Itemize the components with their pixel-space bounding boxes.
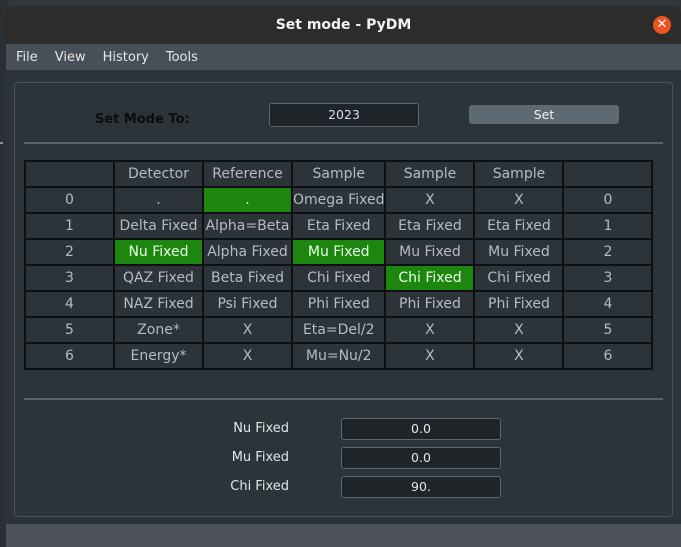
mode-table: Detector Reference Sample Sample Sample 0.. Om… bbox=[24, 160, 654, 370]
mode-cell[interactable]: X bbox=[473, 342, 565, 370]
mode-cell[interactable]: Chi Fixed bbox=[290, 264, 387, 292]
row-index-cell: 0 bbox=[24, 186, 115, 214]
mode-cell[interactable]: Chi Fixed bbox=[473, 264, 565, 292]
set-mode-label: Set Mode To: bbox=[95, 112, 190, 127]
table-row: 0.. Omega Fixed X X 0 bbox=[24, 186, 654, 214]
column-header: Sample bbox=[290, 160, 387, 188]
row-index-cell: 3 bbox=[24, 264, 115, 292]
main-panel: Set Mode To: 2023 Set Detector Reference S… bbox=[14, 82, 673, 517]
row-index-cell: 2 bbox=[562, 238, 654, 266]
mode-cell[interactable]: Psi Fixed bbox=[202, 290, 293, 318]
mode-cell[interactable]: Mu Fixed bbox=[473, 238, 565, 266]
row-index-cell: 6 bbox=[24, 342, 115, 370]
mode-input[interactable]: 2023 bbox=[269, 103, 419, 127]
divider-bottom bbox=[24, 398, 663, 400]
row-index-cell: 5 bbox=[24, 316, 115, 344]
row-index-cell: 1 bbox=[24, 212, 115, 240]
mode-cell[interactable]: X bbox=[384, 342, 476, 370]
field-value-readout[interactable]: 0.0 bbox=[341, 447, 501, 469]
mode-cell[interactable]: . bbox=[202, 186, 293, 214]
set-button[interactable]: Set bbox=[469, 105, 619, 124]
mode-cell[interactable]: Omega Fixed bbox=[290, 186, 387, 214]
table-row: 6 Energy* X Mu=Nu/2 X X 6 bbox=[24, 342, 654, 370]
status-strip bbox=[6, 524, 681, 547]
desktop-edge-mark bbox=[0, 142, 3, 144]
mode-cell[interactable]: Mu Fixed bbox=[290, 238, 387, 266]
row-index-cell: 5 bbox=[562, 316, 654, 344]
close-icon: ✕ bbox=[656, 17, 668, 32]
mode-cell[interactable]: Phi Fixed bbox=[290, 290, 387, 318]
field-label: Nu Fixed bbox=[233, 421, 289, 436]
mode-cell[interactable]: Eta Fixed bbox=[473, 212, 565, 240]
mode-cell[interactable]: Mu=Nu/2 bbox=[290, 342, 387, 370]
menu-bar: File View History Tools bbox=[6, 44, 681, 70]
column-header: Sample bbox=[384, 160, 476, 188]
row-index-cell: 6 bbox=[562, 342, 654, 370]
column-header: Sample bbox=[473, 160, 565, 188]
field-value-readout[interactable]: 90. bbox=[341, 476, 501, 498]
column-header bbox=[562, 160, 654, 188]
mode-cell[interactable]: X bbox=[384, 186, 476, 214]
mode-cell[interactable]: Energy* bbox=[113, 342, 204, 370]
divider-top bbox=[24, 142, 663, 144]
menu-view[interactable]: View bbox=[48, 50, 93, 65]
menu-file[interactable]: File bbox=[9, 50, 45, 65]
mode-cell[interactable]: Zone* bbox=[113, 316, 204, 344]
mode-cell[interactable]: X bbox=[473, 316, 565, 344]
row-index-cell: 3 bbox=[562, 264, 654, 292]
row-index-cell: 1 bbox=[562, 212, 654, 240]
menu-tools[interactable]: Tools bbox=[159, 50, 205, 65]
title-bar: Set mode - PyDM ✕ bbox=[6, 6, 681, 44]
table-row: 4 NAZ Fixed Psi Fixed Phi Fixed Phi Fixed Phi… bbox=[24, 290, 654, 318]
table-row: 3 QAZ Fixed Beta Fixed Chi Fixed Chi Fixed Ch… bbox=[24, 264, 654, 292]
mode-cell[interactable]: Nu Fixed bbox=[113, 238, 204, 266]
row-index-cell: 4 bbox=[24, 290, 115, 318]
mode-cell[interactable]: X bbox=[473, 186, 565, 214]
mode-cell[interactable]: QAZ Fixed bbox=[113, 264, 204, 292]
mode-cell[interactable]: NAZ Fixed bbox=[113, 290, 204, 318]
mode-cell[interactable]: Eta Fixed bbox=[384, 212, 476, 240]
field-label: Mu Fixed bbox=[231, 450, 289, 465]
mode-cell[interactable]: Eta=Del/2 bbox=[290, 316, 387, 344]
mode-cell[interactable]: . bbox=[113, 186, 204, 214]
column-header: Detector bbox=[113, 160, 204, 188]
mode-cell[interactable]: Alpha=Beta bbox=[202, 212, 293, 240]
row-index-cell: 2 bbox=[24, 238, 115, 266]
mode-cell[interactable]: X bbox=[384, 316, 476, 344]
mode-cell[interactable]: Alpha Fixed bbox=[202, 238, 293, 266]
row-index-cell: 4 bbox=[562, 290, 654, 318]
table-header-row: Detector Reference Sample Sample Sample bbox=[24, 160, 654, 188]
table-row: 2 Nu Fixed Alpha Fixed Mu Fixed Mu Fixed Mu F… bbox=[24, 238, 654, 266]
mode-cell[interactable]: Delta Fixed bbox=[113, 212, 204, 240]
mode-cell[interactable]: Beta Fixed bbox=[202, 264, 293, 292]
table-row: 5 Zone* X Eta=Del/2 X X 5 bbox=[24, 316, 654, 344]
mode-cell[interactable]: Chi Fixed bbox=[384, 264, 476, 292]
window-title: Set mode - PyDM bbox=[275, 17, 412, 33]
mode-cell[interactable]: Eta Fixed bbox=[290, 212, 387, 240]
mode-cell[interactable]: Phi Fixed bbox=[384, 290, 476, 318]
field-value-readout[interactable]: 0.0 bbox=[341, 418, 501, 440]
table-row: 1 Delta Fixed Alpha=Beta Eta Fixed Eta Fixed… bbox=[24, 212, 654, 240]
mode-cell[interactable]: X bbox=[202, 316, 293, 344]
column-header bbox=[24, 160, 115, 188]
close-button[interactable]: ✕ bbox=[653, 16, 671, 34]
row-index-cell: 0 bbox=[562, 186, 654, 214]
field-label: Chi Fixed bbox=[230, 479, 289, 494]
column-header: Reference bbox=[202, 160, 293, 188]
mode-cell[interactable]: Phi Fixed bbox=[473, 290, 565, 318]
menu-history[interactable]: History bbox=[96, 50, 156, 65]
mode-cell[interactable]: Mu Fixed bbox=[384, 238, 476, 266]
mode-cell[interactable]: X bbox=[202, 342, 293, 370]
set-mode-window: Set mode - PyDM ✕ File View History Tool… bbox=[6, 6, 681, 547]
